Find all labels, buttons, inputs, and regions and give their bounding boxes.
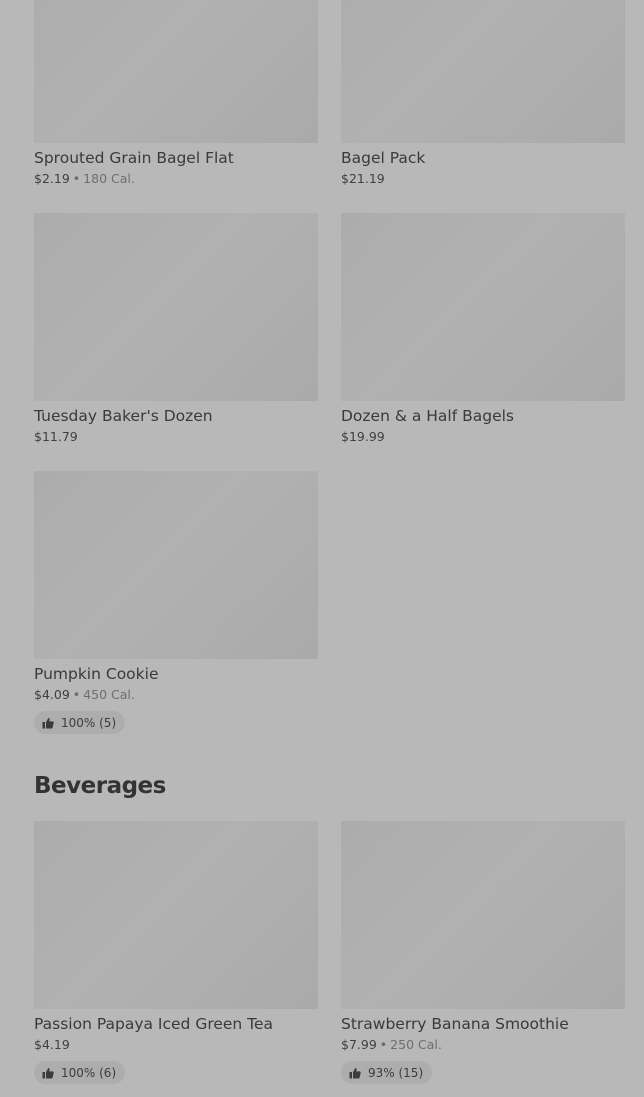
menu-item-sprouted-grain-bagel-flat[interactable]: Sprouted Grain Bagel Flat $2.19 • 180 Cal. <box>34 0 318 187</box>
rating-text: 100% (5) <box>61 715 117 730</box>
menu-item-passion-papaya-iced-green-tea[interactable]: Passion Papaya Iced Green Tea $4.19 100%… <box>34 821 318 1084</box>
item-meta: $2.19 • 180 Cal. <box>34 171 318 187</box>
item-calories: 250 Cal. <box>390 1037 442 1052</box>
menu-item-pumpkin-cookie[interactable]: Pumpkin Cookie $4.09 • 450 Cal. 100% (5) <box>34 471 318 734</box>
menu-item-tuesday-bakers-dozen[interactable]: Tuesday Baker's Dozen $11.79 <box>34 213 318 445</box>
item-price: $19.99 <box>341 429 385 444</box>
item-price: $4.19 <box>34 1037 70 1052</box>
item-name: Pumpkin Cookie <box>34 665 159 683</box>
item-meta: $11.79 <box>34 429 318 445</box>
rating-text: 93% (15) <box>368 1065 424 1080</box>
thumbs-up-icon <box>349 1067 361 1078</box>
item-image <box>34 471 318 659</box>
item-image <box>34 213 318 401</box>
rating-badge: 100% (5) <box>34 711 126 734</box>
item-calories: 180 Cal. <box>83 171 135 186</box>
item-name: Passion Papaya Iced Green Tea <box>34 1015 274 1033</box>
item-price: $7.99 <box>341 1037 377 1052</box>
item-image <box>341 0 625 143</box>
item-name: Bagel Pack <box>341 149 426 167</box>
rating-text: 100% (6) <box>61 1065 117 1080</box>
section-title-beverages: Beverages <box>34 773 166 799</box>
thumbs-up-icon <box>42 1067 54 1078</box>
item-price: $21.19 <box>341 171 385 186</box>
menu-item-dozen-and-a-half-bagels[interactable]: Dozen & a Half Bagels $19.99 <box>341 213 625 445</box>
separator-dot: • <box>379 1037 388 1052</box>
rating-badge: 93% (15) <box>341 1061 433 1084</box>
item-meta: $4.19 <box>34 1037 318 1053</box>
item-name: Sprouted Grain Bagel Flat <box>34 149 234 167</box>
thumbs-up-icon <box>42 717 54 728</box>
item-image <box>34 0 318 143</box>
menu-item-bagel-pack[interactable]: Bagel Pack $21.19 <box>341 0 625 187</box>
rating-badge: 100% (6) <box>34 1061 126 1084</box>
item-meta: $7.99 • 250 Cal. <box>341 1037 625 1053</box>
item-meta: $21.19 <box>341 171 625 187</box>
item-meta: $4.09 • 450 Cal. <box>34 687 318 703</box>
separator-dot: • <box>72 171 81 186</box>
item-name: Strawberry Banana Smoothie <box>341 1015 569 1033</box>
item-name: Dozen & a Half Bagels <box>341 407 515 425</box>
item-price: $4.09 <box>34 687 70 702</box>
item-calories: 450 Cal. <box>83 687 135 702</box>
item-meta: $19.99 <box>341 429 625 445</box>
menu-item-strawberry-banana-smoothie[interactable]: Strawberry Banana Smoothie $7.99 • 250 Cal… <box>341 821 625 1084</box>
item-image <box>341 213 625 401</box>
item-image <box>341 821 625 1009</box>
separator-dot: • <box>72 687 81 702</box>
item-price: $11.79 <box>34 429 78 444</box>
item-price: $2.19 <box>34 171 70 186</box>
item-image <box>34 821 318 1009</box>
item-name: Tuesday Baker's Dozen <box>34 407 213 425</box>
